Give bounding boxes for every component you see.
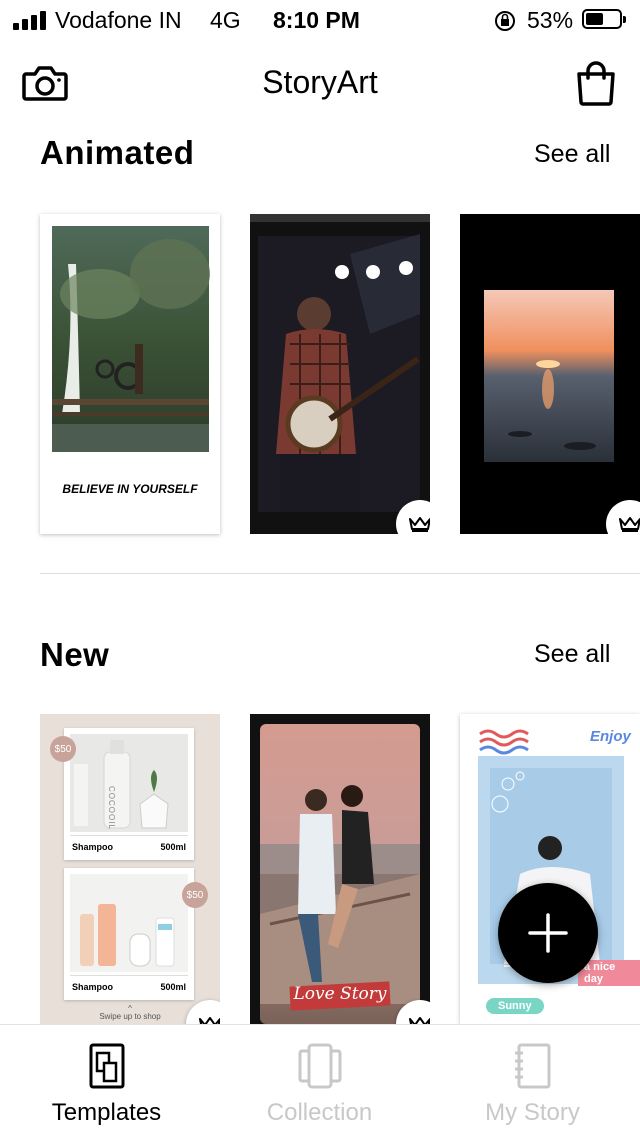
battery-icon (582, 9, 626, 29)
create-story-button[interactable] (498, 883, 598, 983)
battery-percent: 53% (527, 7, 574, 33)
nav-label: My Story (485, 1099, 580, 1126)
crown-icon (619, 517, 640, 532)
nav-tab-my-story[interactable]: My Story (426, 1025, 639, 1137)
nav-label: Templates (51, 1099, 162, 1126)
product-photo (70, 734, 188, 832)
bottom-nav: Templates Collection My Story (0, 1024, 640, 1137)
carrier-name: Vodafone IN (55, 7, 182, 33)
clock: 8:10 PM (273, 7, 360, 33)
couple-photo (260, 724, 420, 1024)
template-card-sunset[interactable] (460, 214, 640, 534)
template-card-shop[interactable]: Shampoo 500ml COCOOIL $50 Shampoo 500ml … (40, 714, 220, 1024)
status-bar: Vodafone IN 4G 8:10 PM 53% (0, 0, 640, 40)
card-caption-tag: Sunny (486, 998, 544, 1014)
product-size: 500ml (160, 842, 186, 852)
crown-icon (409, 1017, 430, 1024)
card-caption-top: Enjoy (590, 728, 631, 745)
notebook-icon (514, 1043, 550, 1089)
section-title-animated: Animated (40, 134, 195, 171)
product-tile: Shampoo 500ml COCOOIL (64, 728, 194, 860)
price-tag: $50 (182, 882, 208, 908)
plus-icon (528, 913, 568, 953)
network-type: 4G (210, 7, 241, 33)
see-all-animated-link[interactable]: See all (534, 140, 610, 169)
product-photo (70, 874, 188, 972)
price-tag: $50 (50, 736, 76, 762)
crown-icon (199, 1017, 220, 1024)
nav-tab-collection[interactable]: Collection (213, 1025, 426, 1137)
nav-tab-templates[interactable]: Templates (0, 1025, 213, 1137)
templates-icon (89, 1043, 124, 1089)
product-tile: Shampoo 500ml (64, 868, 194, 1000)
product-brand: COCOOIL (107, 786, 116, 830)
crown-icon (409, 517, 430, 532)
template-card-believe[interactable]: BELIEVE IN YOURSELF (40, 214, 220, 534)
signal-icon (13, 10, 53, 30)
shopping-bag-icon[interactable] (575, 60, 617, 106)
rotation-lock-icon (495, 11, 515, 31)
nav-label: Collection (266, 1099, 373, 1126)
app-title: StoryArt (262, 64, 378, 100)
product-name: Shampoo (72, 982, 114, 992)
section-divider (40, 573, 640, 574)
sunset-photo (484, 290, 614, 462)
premium-badge (186, 1000, 220, 1024)
section-title-new: New (40, 636, 110, 673)
card-caption: Love Story (293, 984, 387, 1004)
collection-icon (298, 1043, 341, 1089)
template-card-love-story[interactable]: Love Story (250, 714, 430, 1024)
product-name: Shampoo (72, 842, 114, 852)
see-all-new-link[interactable]: See all (534, 640, 610, 669)
card-caption: BELIEVE IN YOURSELF (62, 482, 198, 496)
template-card-banjo[interactable] (250, 214, 430, 534)
banjo-player-photo (250, 214, 430, 534)
product-size: 500ml (160, 982, 186, 992)
